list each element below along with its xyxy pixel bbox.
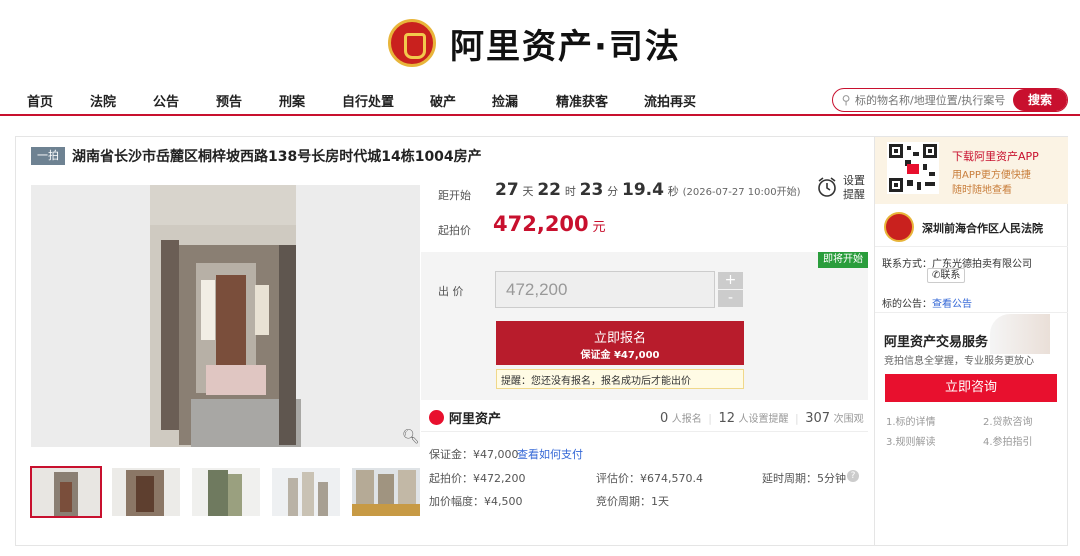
court-name[interactable]: 深圳前海合作区人民法院 xyxy=(922,220,1043,236)
app-line1: 用APP更方便快捷 xyxy=(952,170,1031,181)
search-button[interactable]: 搜索 xyxy=(1013,89,1067,111)
how-to-pay-link[interactable]: 查看如何支付 xyxy=(517,446,583,462)
countdown: 27 天 22 时 23 分 19.4 秒 (2026-07-27 10:00开… xyxy=(495,180,801,200)
signup-label: 人报名 xyxy=(671,414,702,425)
watcher-label: 次围观 xyxy=(833,414,864,425)
consult-now-button[interactable]: 立即咨询 xyxy=(885,374,1057,402)
search-input[interactable] xyxy=(855,93,1015,107)
court-emblem-icon xyxy=(884,212,914,242)
ali-asset-brand-label: 阿里资产 xyxy=(449,412,502,427)
detail-delay-period: 延时周期：5分钟 xyxy=(762,472,846,485)
deposit-info: 保证金：¥47,000 xyxy=(429,448,519,461)
item-title: 湖南省长沙市岳麓区桐梓坡西路138号长房时代城14栋1004房产 xyxy=(72,149,482,165)
start-price: 472,200 元 xyxy=(493,212,606,236)
service-title: 阿里资产交易服务 xyxy=(884,335,989,350)
detail-increment: 加价幅度：¥4,500 xyxy=(429,495,523,508)
contact-button-label: 联系 xyxy=(940,270,961,281)
remind-line2: 提醒 xyxy=(843,188,865,201)
countdown-days: 27 xyxy=(495,180,519,200)
start-price-value: 472,200 xyxy=(493,212,589,236)
countdown-minutes: 23 xyxy=(579,180,604,200)
nav-self-disposal[interactable]: 自行处置 xyxy=(342,91,394,110)
nav-announcement[interactable]: 公告 xyxy=(153,91,179,110)
app-download-title: 下载阿里资产APP xyxy=(952,150,1039,163)
nav-resale[interactable]: 流拍再买 xyxy=(644,91,696,110)
zoom-icon[interactable]: 🔍︎ xyxy=(402,429,420,445)
countdown-seconds: 19.4 xyxy=(621,180,664,200)
notice-label: 标的公告： xyxy=(882,299,932,310)
detail-appraisal: 评估价：¥674,570.4 xyxy=(596,472,703,485)
bid-increase-button[interactable]: + xyxy=(718,272,743,289)
countdown-days-unit: 天 xyxy=(522,185,534,198)
divider xyxy=(875,246,1068,247)
logo[interactable]: 阿里资产·司法 xyxy=(388,17,681,69)
main-photo[interactable] xyxy=(31,185,420,447)
register-now-button[interactable]: 立即报名 保证金 ¥47,000 xyxy=(496,321,744,365)
nav-court[interactable]: 法院 xyxy=(90,91,116,110)
start-price-label: 起拍价 xyxy=(438,224,471,237)
bid-reminder-tip: 提醒：您还没有报名，报名成功后才能出价 xyxy=(496,369,744,389)
countdown-start-time: (2026-07-27 10:00开始) xyxy=(682,187,801,198)
bid-label: 出 价 xyxy=(438,285,464,298)
court-emblem-icon xyxy=(388,19,436,67)
nav-criminal[interactable]: 刑案 xyxy=(279,91,305,110)
nav-home[interactable]: 首页 xyxy=(27,91,53,110)
countdown-minutes-unit: 分 xyxy=(607,185,619,198)
auction-stats: 0 人报名 | 12 人设置提醒 | 307 次围观 xyxy=(660,411,864,426)
nav-precise-leads[interactable]: 精准获客 xyxy=(556,91,608,110)
divider xyxy=(421,431,868,432)
contact-button[interactable]: ✆联系 xyxy=(927,268,966,283)
nav-bankruptcy[interactable]: 破产 xyxy=(430,91,456,110)
auction-round-badge: 一拍 xyxy=(31,147,65,165)
thumbnail-1[interactable] xyxy=(30,466,102,518)
divider xyxy=(875,312,1068,313)
ali-asset-brand: 阿里资产 xyxy=(429,408,501,427)
signup-count: 0 xyxy=(660,411,669,426)
thumbnail-3[interactable] xyxy=(192,468,260,516)
thumbnail-2[interactable] xyxy=(112,468,180,516)
app-line2: 随时随地查看 xyxy=(952,185,1012,196)
search-box: ⚲ 搜索 xyxy=(832,88,1068,112)
search-icon: ⚲ xyxy=(841,93,851,107)
nav-bargain[interactable]: 捡漏 xyxy=(492,91,518,110)
service-link-rules[interactable]: 3.规则解读 xyxy=(886,433,936,448)
alarm-clock-icon xyxy=(818,177,836,197)
detail-bid-period: 竞价周期：1天 xyxy=(596,495,669,508)
reminder-count: 12 xyxy=(718,411,736,426)
qr-code-icon xyxy=(887,142,939,194)
set-reminder-button[interactable]: 设置 提醒 xyxy=(816,170,868,206)
countdown-hours-unit: 时 xyxy=(564,185,576,198)
contact-label: 联系方式： xyxy=(882,259,932,270)
countdown-label: 距开始 xyxy=(438,189,471,202)
service-subtitle: 竞拍信息全掌握，专业服务更放心 xyxy=(884,356,1034,367)
service-link-detail[interactable]: 1.标的详情 xyxy=(886,413,936,428)
view-notice-link[interactable]: 查看公告 xyxy=(932,299,972,310)
reminder-label: 人设置提醒 xyxy=(738,414,789,425)
notice-row: 标的公告：查看公告 xyxy=(882,295,972,310)
nav-preview[interactable]: 预告 xyxy=(216,91,242,110)
bid-decrease-button[interactable]: - xyxy=(718,290,743,307)
register-button-deposit: 保证金 ¥47,000 xyxy=(580,350,660,361)
service-link-loan[interactable]: 2.贷款咨询 xyxy=(983,413,1033,428)
watcher-count: 307 xyxy=(805,411,831,426)
brand-title: 阿里资产·司法 xyxy=(450,26,681,67)
countdown-hours: 22 xyxy=(537,180,561,200)
detail-start-price: 起拍价：¥472,200 xyxy=(429,472,526,485)
service-photo xyxy=(990,314,1050,354)
start-price-unit: 元 xyxy=(592,220,606,235)
register-button-label: 立即报名 xyxy=(593,331,646,346)
thumbnail-5[interactable] xyxy=(352,468,420,516)
thumbnail-4[interactable] xyxy=(272,468,340,516)
service-link-guide[interactable]: 4.参拍指引 xyxy=(983,433,1033,448)
ali-asset-logo-icon xyxy=(429,410,444,425)
starting-soon-badge: 即将开始 xyxy=(818,252,868,268)
countdown-seconds-unit: 秒 xyxy=(667,185,679,198)
help-icon[interactable]: ? xyxy=(847,470,859,482)
bid-amount-input[interactable] xyxy=(495,271,715,308)
